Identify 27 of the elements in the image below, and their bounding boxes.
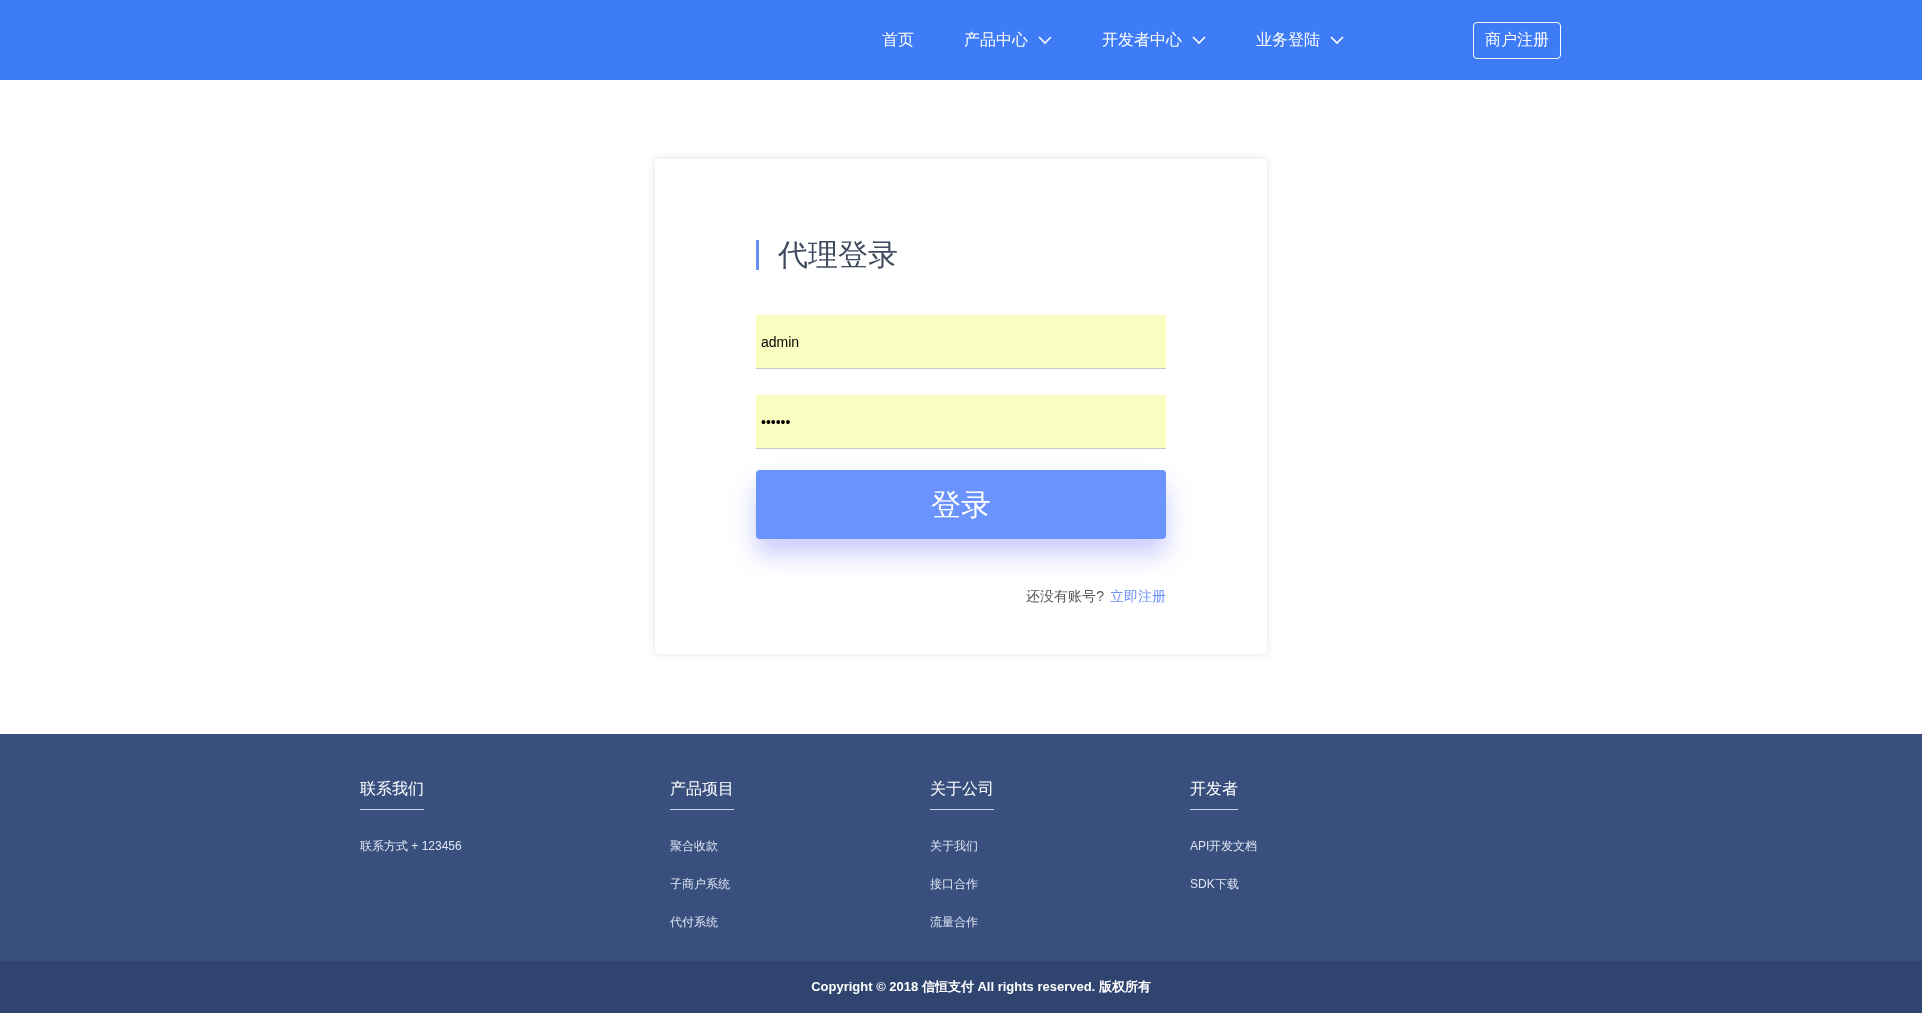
footer-link[interactable]: SDK下载 [1190, 874, 1258, 894]
password-field[interactable]: •••••• [756, 395, 1166, 449]
nav-link[interactable]: 产品中心 [964, 28, 1052, 52]
nav-link[interactable]: 开发者中心 [1102, 28, 1206, 52]
nav-link[interactable]: 业务登陆 [1256, 28, 1344, 52]
footer-heading: 产品项目 [670, 777, 734, 810]
signup-prompt: 还没有账号? [1026, 587, 1104, 606]
footer-link[interactable]: 代付系统 [670, 912, 730, 932]
footer-link[interactable]: 聚合收款 [670, 836, 730, 856]
footer-heading: 开发者 [1190, 777, 1238, 810]
footer-link[interactable]: 联系方式 + 123456 [360, 836, 462, 856]
chevron-down-icon [1192, 35, 1206, 45]
register-button[interactable]: 商户注册 [1473, 21, 1561, 59]
chevron-down-icon [1038, 35, 1052, 45]
username-field[interactable]: admin [756, 315, 1166, 369]
footer-link[interactable]: 子商户系统 [670, 874, 730, 894]
footer-link[interactable]: 接口合作 [930, 874, 978, 894]
footer-link[interactable]: API开发文档 [1190, 836, 1258, 856]
chevron-down-icon [1330, 35, 1344, 45]
title-accent-bar [756, 240, 759, 270]
footer-link[interactable]: 流量合作 [930, 912, 978, 932]
copyright-text: Copyright © 2018 信恒支付 All rights reserved. 版权所有 [810, 978, 1151, 997]
nav-link[interactable]: 首页 [882, 28, 914, 52]
footer-heading: 联系我们 [360, 777, 424, 810]
login-title: 代理登录 [778, 240, 898, 270]
footer-link[interactable]: 关于我们 [930, 836, 978, 856]
footer-heading: 关于公司 [930, 777, 994, 810]
